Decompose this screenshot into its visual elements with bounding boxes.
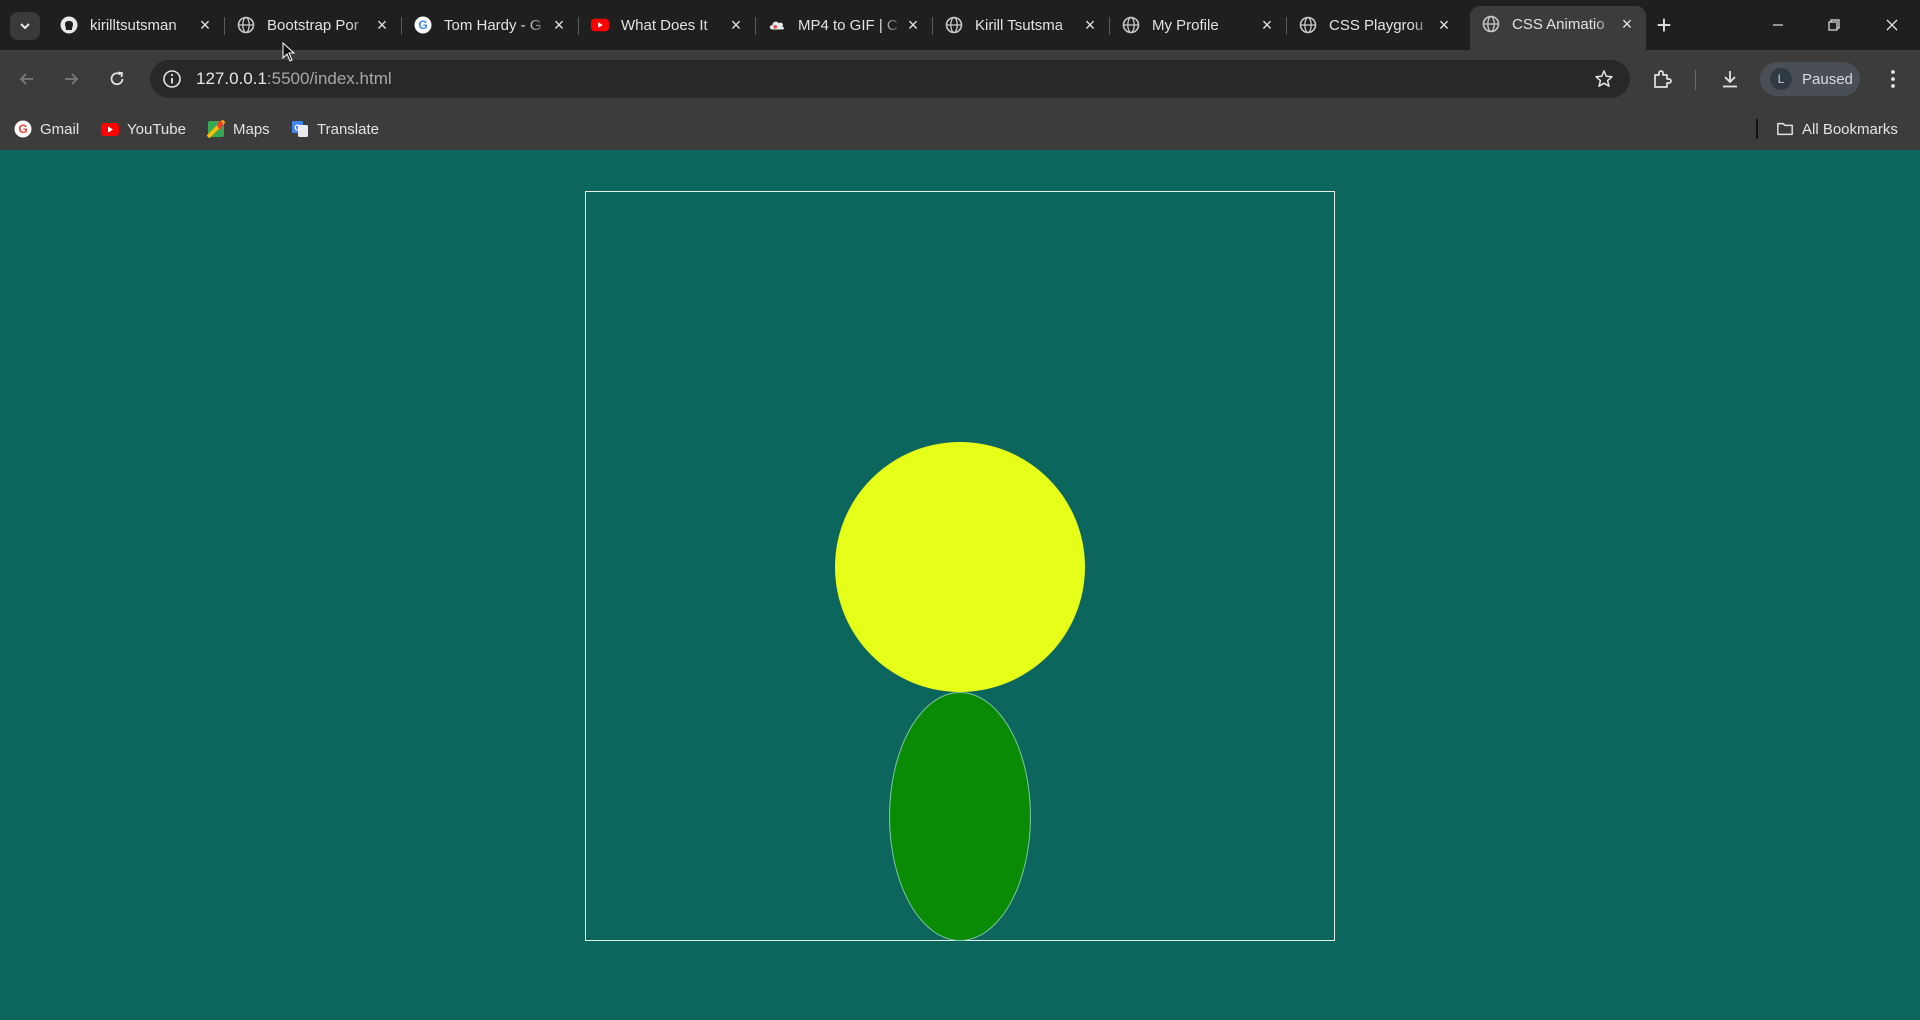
close-icon[interactable]: × <box>1618 15 1636 33</box>
url-host: 127.0.0.1 <box>196 69 267 88</box>
bookmark-label: Gmail <box>40 120 80 138</box>
bookmarks-divider <box>1756 119 1758 139</box>
bookmark-gmail[interactable]: G Gmail <box>14 116 79 142</box>
url-text: 127.0.0.1:5500/index.html <box>196 69 392 89</box>
avatar: L <box>1770 68 1792 90</box>
tab-title: CSS Playgrou <box>1329 16 1424 34</box>
tab-0[interactable]: kirilltsutsman × <box>48 8 225 42</box>
url-path: :5500/index.html <box>266 69 392 88</box>
bookmark-label: Translate <box>317 120 379 138</box>
all-bookmarks-label: All Bookmarks <box>1802 120 1898 138</box>
tab-8-active[interactable]: CSS Animatio × <box>1470 6 1646 50</box>
tab-title: kirilltsutsman <box>90 16 177 34</box>
all-bookmarks-button[interactable]: All Bookmarks <box>1776 116 1898 142</box>
reload-button[interactable] <box>102 64 132 94</box>
maps-icon <box>207 120 225 138</box>
arrow-left-icon <box>19 73 33 85</box>
close-icon[interactable]: × <box>1435 16 1453 34</box>
tab-title: MP4 to GIF | C <box>798 16 898 34</box>
downloads-button[interactable] <box>1718 67 1742 91</box>
download-icon <box>1723 71 1737 88</box>
folder-icon <box>1776 120 1794 138</box>
tab-search-button[interactable] <box>10 12 40 40</box>
more-menu-icon[interactable] <box>1881 67 1905 91</box>
tab-title: CSS Animatio <box>1512 15 1605 33</box>
arrow-right-icon <box>65 73 79 85</box>
translate-icon: G <box>291 120 309 138</box>
forward-button[interactable] <box>56 64 86 94</box>
new-tab-button[interactable]: + <box>1650 9 1678 40</box>
tab-title: What Does It <box>621 16 708 34</box>
tab-title: My Profile <box>1152 16 1219 34</box>
close-window-button[interactable] <box>1864 0 1920 50</box>
globe-icon <box>1122 16 1140 34</box>
site-info-icon[interactable] <box>162 69 182 89</box>
close-icon[interactable]: × <box>1081 16 1099 34</box>
bookmark-maps[interactable]: Maps <box>207 116 270 142</box>
toolbar-divider <box>1695 70 1696 90</box>
globe-icon <box>1482 15 1500 33</box>
extensions-button[interactable] <box>1650 67 1674 91</box>
star-icon[interactable] <box>1594 69 1614 89</box>
profile-button[interactable]: L Paused <box>1760 62 1860 96</box>
bookmark-label: Maps <box>233 120 270 138</box>
globe-icon <box>945 16 963 34</box>
google-icon: G <box>14 120 32 138</box>
back-button[interactable] <box>12 64 42 94</box>
close-icon[interactable]: × <box>1258 16 1276 34</box>
tab-7[interactable]: CSS Playgrou × <box>1287 8 1463 42</box>
google-icon: G <box>414 16 432 34</box>
tab-title: Tom Hardy - G <box>444 16 542 34</box>
restore-icon <box>1828 19 1840 31</box>
mouse-cursor-icon <box>282 42 296 62</box>
svg-text:G: G <box>418 18 427 32</box>
close-icon[interactable]: × <box>727 16 745 34</box>
cloud-icon <box>768 16 786 34</box>
globe-icon <box>237 16 255 34</box>
youtube-icon <box>101 120 119 138</box>
address-bar[interactable]: 127.0.0.1:5500/index.html <box>150 60 1630 98</box>
tab-title: Kirill Tsutsma <box>975 16 1064 34</box>
youtube-icon <box>591 16 609 34</box>
chevron-down-icon <box>20 23 30 30</box>
tab-2[interactable]: G Tom Hardy - G × <box>402 8 579 42</box>
tab-3[interactable]: What Does It × <box>579 8 756 42</box>
bookmark-translate[interactable]: G Translate <box>291 116 379 142</box>
tab-1[interactable]: Bootstrap Por × <box>225 8 402 42</box>
svg-text:G: G <box>294 124 300 133</box>
minimize-icon <box>1773 24 1783 26</box>
close-icon <box>1886 19 1898 31</box>
bookmark-label: YouTube <box>127 120 186 138</box>
close-icon[interactable]: × <box>550 16 568 34</box>
bookmark-youtube[interactable]: YouTube <box>101 116 186 142</box>
bookmarks-bar: G Gmail YouTube Maps G Translate All Boo… <box>0 108 1920 150</box>
plus-icon: + <box>1656 9 1672 40</box>
restore-button[interactable] <box>1806 0 1862 50</box>
close-icon[interactable]: × <box>373 16 391 34</box>
green-ellipse <box>889 692 1031 941</box>
puzzle-icon <box>1654 70 1672 88</box>
close-icon[interactable]: × <box>196 16 214 34</box>
svg-text:G: G <box>18 122 27 136</box>
github-icon <box>60 16 78 34</box>
reload-icon <box>110 71 124 86</box>
globe-icon <box>1299 16 1317 34</box>
close-icon[interactable]: × <box>904 16 922 34</box>
tab-6[interactable]: My Profile × <box>1110 8 1287 42</box>
minimize-button[interactable] <box>1750 0 1806 50</box>
yellow-circle <box>835 442 1085 692</box>
tab-5[interactable]: Kirill Tsutsma × <box>933 8 1110 42</box>
tab-title: Bootstrap Por <box>267 16 359 34</box>
profile-status: Paused <box>1802 70 1853 88</box>
tab-4[interactable]: MP4 to GIF | C × <box>756 8 933 42</box>
